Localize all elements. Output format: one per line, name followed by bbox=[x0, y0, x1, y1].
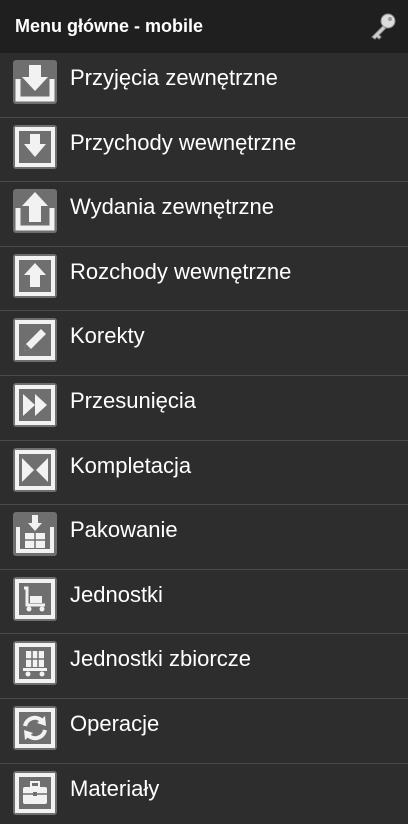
menu-item-label: Przychody wewnętrzne bbox=[70, 129, 297, 155]
menu-item-label: Kompletacja bbox=[70, 452, 192, 478]
hand-truck-icon bbox=[13, 576, 57, 621]
menu-item-kompletacja[interactable]: Kompletacja bbox=[0, 440, 408, 506]
refresh-icon bbox=[13, 705, 57, 750]
pallet-cart-icon bbox=[13, 641, 57, 686]
menu-item-label: Wydania zewnętrzne bbox=[70, 194, 275, 220]
menu-item-rozchody-wewnetrzne[interactable]: Rozchody wewnętrzne bbox=[0, 246, 408, 312]
menu-item-label: Materiały bbox=[70, 775, 160, 801]
menu-item-pakowanie[interactable]: Pakowanie bbox=[0, 505, 408, 570]
menu-item-label: Przesunięcia bbox=[70, 387, 196, 413]
menu-list: Przyjęcia zewnętrzne Przychody wewnętrzn… bbox=[0, 53, 408, 824]
key-icon bbox=[371, 13, 396, 40]
menu-item-operacje[interactable]: Operacje bbox=[0, 698, 408, 764]
menu-item-label: Korekty bbox=[70, 323, 145, 349]
menu-item-przychody-wewnetrzne[interactable]: Przychody wewnętrzne bbox=[0, 117, 408, 183]
menu-item-przesuniecia[interactable]: Przesunięcia bbox=[0, 375, 408, 441]
outbound-external-icon bbox=[13, 189, 57, 234]
menu-item-label: Jednostki bbox=[70, 581, 163, 607]
fast-forward-icon bbox=[13, 382, 57, 427]
menu-item-wydania-zewnetrzne[interactable]: Wydania zewnętrzne bbox=[0, 182, 408, 247]
menu-item-korekty[interactable]: Korekty bbox=[0, 311, 408, 376]
key-button[interactable] bbox=[366, 9, 400, 43]
menu-item-materialy[interactable]: Materiały bbox=[0, 763, 408, 824]
inbound-internal-icon bbox=[13, 124, 57, 169]
menu-item-label: Przyjęcia zewnętrzne bbox=[70, 65, 278, 90]
app-header: Menu główne - mobile bbox=[0, 0, 408, 53]
menu-item-jednostki[interactable]: Jednostki bbox=[0, 569, 408, 635]
page-title: Menu główne - mobile bbox=[15, 16, 203, 36]
app-window: Menu główne - mobile Przyjęcia zewnętrzn… bbox=[0, 0, 408, 824]
pencil-icon bbox=[13, 318, 57, 363]
menu-item-label: Rozchody wewnętrzne bbox=[70, 258, 292, 284]
menu-item-label: Pakowanie bbox=[70, 517, 178, 543]
menu-item-jednostki-zbiorcze[interactable]: Jednostki zbiorcze bbox=[0, 634, 408, 699]
briefcase-icon bbox=[13, 770, 57, 815]
menu-item-label: Operacje bbox=[70, 710, 160, 736]
inbound-external-icon bbox=[13, 60, 57, 104]
outbound-internal-icon bbox=[13, 253, 57, 298]
menu-item-przyjecia-zewnetrzne[interactable]: Przyjęcia zewnętrzne bbox=[0, 53, 408, 118]
menu-item-label: Jednostki zbiorcze bbox=[70, 646, 251, 672]
box-download-icon bbox=[13, 512, 57, 557]
bowtie-icon bbox=[13, 447, 57, 492]
